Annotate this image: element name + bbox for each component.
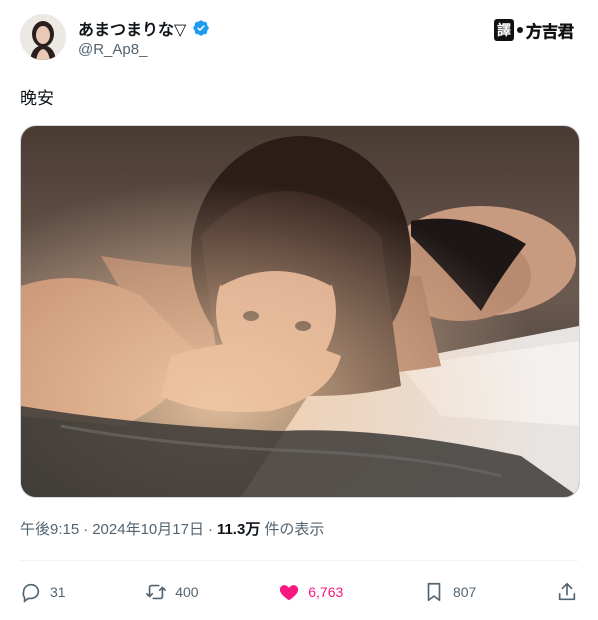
actions-divider	[20, 560, 578, 561]
like-button[interactable]: 6,763	[278, 581, 343, 603]
reply-icon	[22, 583, 40, 603]
retweet-icon	[146, 584, 167, 600]
retweet-count: 400	[175, 584, 199, 600]
share-button[interactable]	[556, 581, 578, 603]
heart-filled-icon	[280, 585, 299, 601]
meta-separator: ·	[207, 521, 213, 538]
view-count[interactable]: 11.3万	[217, 518, 260, 539]
tweet-date[interactable]: 2024年10月17日	[92, 518, 204, 539]
meta-separator: ·	[83, 521, 89, 538]
share-icon	[558, 582, 576, 601]
view-count-label: 件の表示	[264, 521, 325, 538]
reply-button[interactable]: 31	[20, 581, 66, 603]
tweet-meta: 午後9:15 · 2024年10月17日 · 11.3万 件の表示	[20, 518, 324, 539]
bookmark-icon	[427, 582, 441, 602]
verified-badge-icon[interactable]	[192, 19, 210, 37]
reply-count: 31	[50, 584, 66, 600]
author-handle[interactable]: @R_Ap8_	[78, 41, 147, 58]
tweet-actions: 31 400 6,763 807	[20, 576, 578, 608]
avatar-image	[20, 14, 66, 60]
author-name-row: あまつまりな▽	[78, 16, 210, 40]
tweet-media-image[interactable]	[20, 125, 580, 498]
tweet-text: 晚安	[20, 89, 54, 108]
watermark-text: 方吉君	[525, 24, 575, 42]
author-avatar[interactable]	[20, 14, 66, 60]
like-count: 6,763	[308, 584, 344, 600]
author-display-name[interactable]: あまつまりな▽	[78, 16, 186, 40]
retweet-button[interactable]: 400	[145, 581, 199, 603]
tweet-time[interactable]: 午後9:15	[20, 518, 79, 539]
watermark: 譯 方吉君	[493, 18, 575, 42]
photo-illustration	[21, 126, 579, 497]
bookmark-button[interactable]: 807	[423, 581, 476, 603]
watermark-box-label: 譯	[493, 19, 514, 41]
watermark-dot-icon	[516, 27, 523, 33]
bookmark-count: 807	[452, 584, 477, 600]
